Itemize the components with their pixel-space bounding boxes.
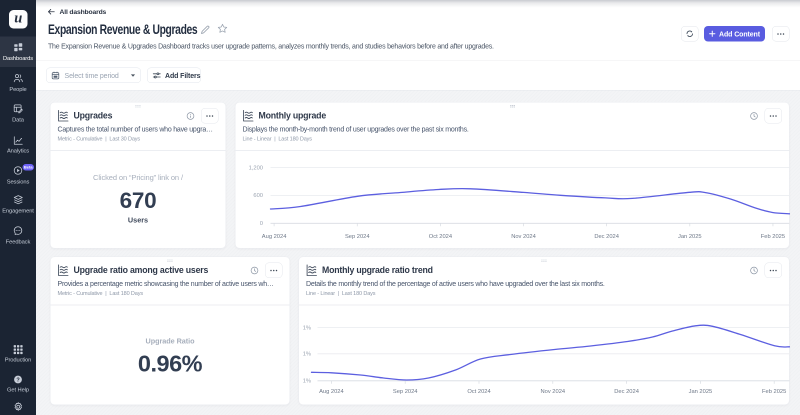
svg-text:Dec 2024: Dec 2024 (594, 234, 619, 240)
svg-text:Dec 2024: Dec 2024 (614, 389, 639, 395)
svg-text:Oct 2024: Oct 2024 (467, 389, 491, 395)
svg-text:Sep 2024: Sep 2024 (345, 234, 370, 240)
svg-text:Jan 2025: Jan 2025 (689, 389, 713, 395)
svg-text:1,200: 1,200 (249, 165, 263, 171)
svg-text:Feb 2025: Feb 2025 (762, 389, 786, 395)
svg-text:Feb 2025: Feb 2025 (761, 234, 785, 240)
svg-text:Nov 2024: Nov 2024 (540, 389, 565, 395)
svg-text:Nov 2024: Nov 2024 (511, 234, 536, 240)
svg-text:1%: 1% (303, 325, 311, 331)
svg-text:Aug 2024: Aug 2024 (319, 389, 344, 395)
svg-text:1%: 1% (303, 379, 311, 385)
svg-text:Oct 2024: Oct 2024 (429, 234, 453, 240)
svg-text:Aug 2024: Aug 2024 (262, 234, 287, 240)
svg-text:600: 600 (253, 193, 263, 199)
svg-text:1%: 1% (303, 352, 311, 358)
svg-text:0: 0 (260, 221, 263, 227)
svg-text:Jan 2025: Jan 2025 (678, 234, 702, 240)
svg-text:Sep 2024: Sep 2024 (393, 389, 418, 395)
